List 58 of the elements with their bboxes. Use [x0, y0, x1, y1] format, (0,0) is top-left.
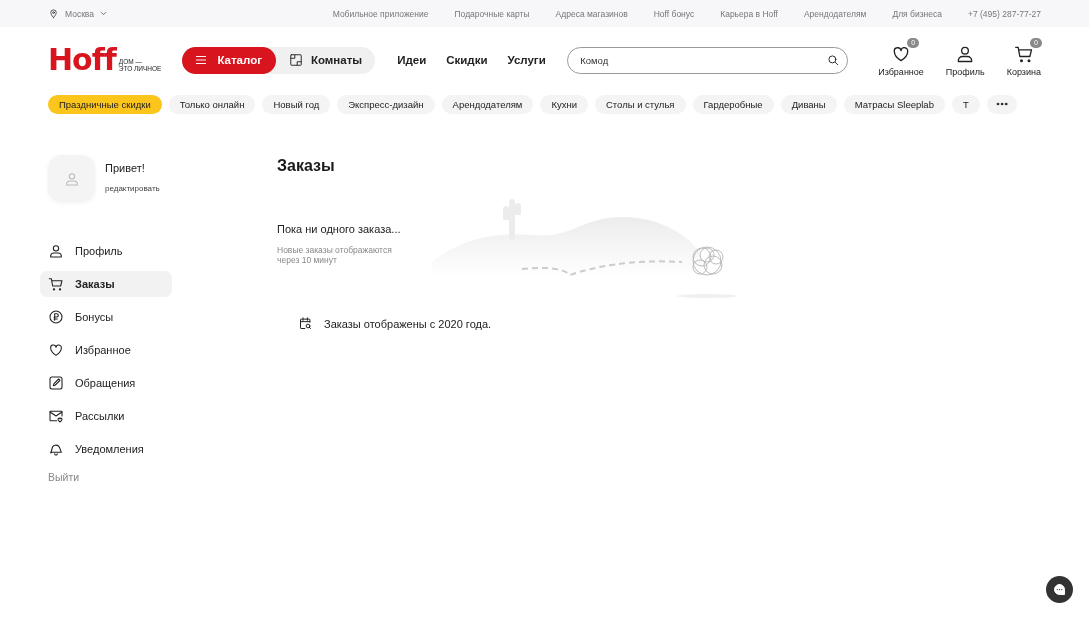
- rooms-button[interactable]: Комнаты: [275, 46, 376, 74]
- top-link[interactable]: Адреса магазинов: [555, 8, 628, 19]
- top-link[interactable]: Мобильное приложение: [332, 8, 429, 19]
- info-text: Заказы отображены с 2020 года.: [324, 317, 492, 330]
- category-chip[interactable]: Новый год: [262, 94, 331, 114]
- sidebar-item[interactable]: Профиль: [40, 238, 172, 264]
- menu-icon: [194, 53, 209, 67]
- category-chip[interactable]: Экспресс-дизайн: [337, 94, 435, 114]
- sidebar-item[interactable]: Уведомления: [40, 436, 172, 462]
- chevron-down-icon: [99, 9, 109, 18]
- envelope-heart-icon: [48, 408, 64, 424]
- sidebar-item[interactable]: Бонусы: [40, 304, 172, 330]
- calendar-search-icon: [298, 316, 313, 331]
- sidebar-item[interactable]: Заказы: [40, 271, 172, 297]
- category-chip[interactable]: Столы и стулья: [594, 94, 686, 114]
- top-link[interactable]: Карьера в Hoff: [720, 8, 778, 19]
- floor-plan-icon: [288, 53, 303, 67]
- top-link[interactable]: Арендодателям: [803, 8, 867, 19]
- logout-link[interactable]: Выйти: [40, 471, 80, 483]
- sidebar-item[interactable]: Обращения: [40, 370, 172, 396]
- nav-link[interactable]: Идеи: [397, 54, 427, 66]
- empty-title: Пока ни одного заказа...: [277, 223, 402, 235]
- location-pin-icon: [48, 8, 59, 19]
- profile-button[interactable]: Профиль: [945, 37, 985, 77]
- empty-note: Новые заказы отображаются через 10 минут: [277, 245, 393, 265]
- sidebar-item[interactable]: Рассылки: [40, 403, 172, 429]
- sidebar-item[interactable]: Избранное: [40, 337, 172, 363]
- category-chip[interactable]: Гардеробные: [692, 94, 774, 114]
- category-chip[interactable]: Арендодателям: [441, 94, 534, 114]
- category-chip[interactable]: Кухни: [540, 94, 588, 114]
- ruble-coin-icon: [48, 309, 64, 325]
- search-field[interactable]: Комод: [567, 46, 849, 74]
- heart-icon: [48, 342, 64, 358]
- more-button[interactable]: [986, 94, 1017, 114]
- search-icon[interactable]: [826, 52, 841, 67]
- category-chip[interactable]: Только онлайн: [168, 94, 256, 114]
- category-chip[interactable]: Т: [951, 94, 980, 114]
- city-selector[interactable]: Москва: [65, 8, 109, 19]
- category-chip[interactable]: Праздничные скидки: [48, 94, 162, 114]
- nav-link[interactable]: Услуги: [507, 54, 546, 66]
- phone-link[interactable]: +7 (495) 287-77-27: [968, 8, 1041, 19]
- pencil-square-icon: [48, 375, 64, 391]
- greeting-text: Привет!: [105, 162, 146, 174]
- nav-link[interactable]: Скидки: [446, 54, 488, 66]
- person-icon: [63, 170, 80, 187]
- cart-icon: [48, 276, 64, 292]
- category-chip[interactable]: Диваны: [780, 94, 837, 114]
- page-title: Заказы: [277, 157, 336, 175]
- catalog-button[interactable]: Каталог: [182, 46, 276, 74]
- top-link[interactable]: Hoff бонус: [653, 8, 695, 19]
- edit-link[interactable]: редактировать: [105, 184, 160, 193]
- person-icon: [48, 243, 64, 259]
- category-chip[interactable]: Матрасы Sleeplab: [843, 94, 945, 114]
- top-link[interactable]: Для бизнеса: [892, 8, 942, 19]
- chat-button[interactable]: [1046, 576, 1073, 603]
- top-link[interactable]: Подарочные карты: [454, 8, 530, 19]
- chat-bubble-icon: [1052, 582, 1067, 597]
- logo-wordmark[interactable]: Hoff: [48, 46, 116, 74]
